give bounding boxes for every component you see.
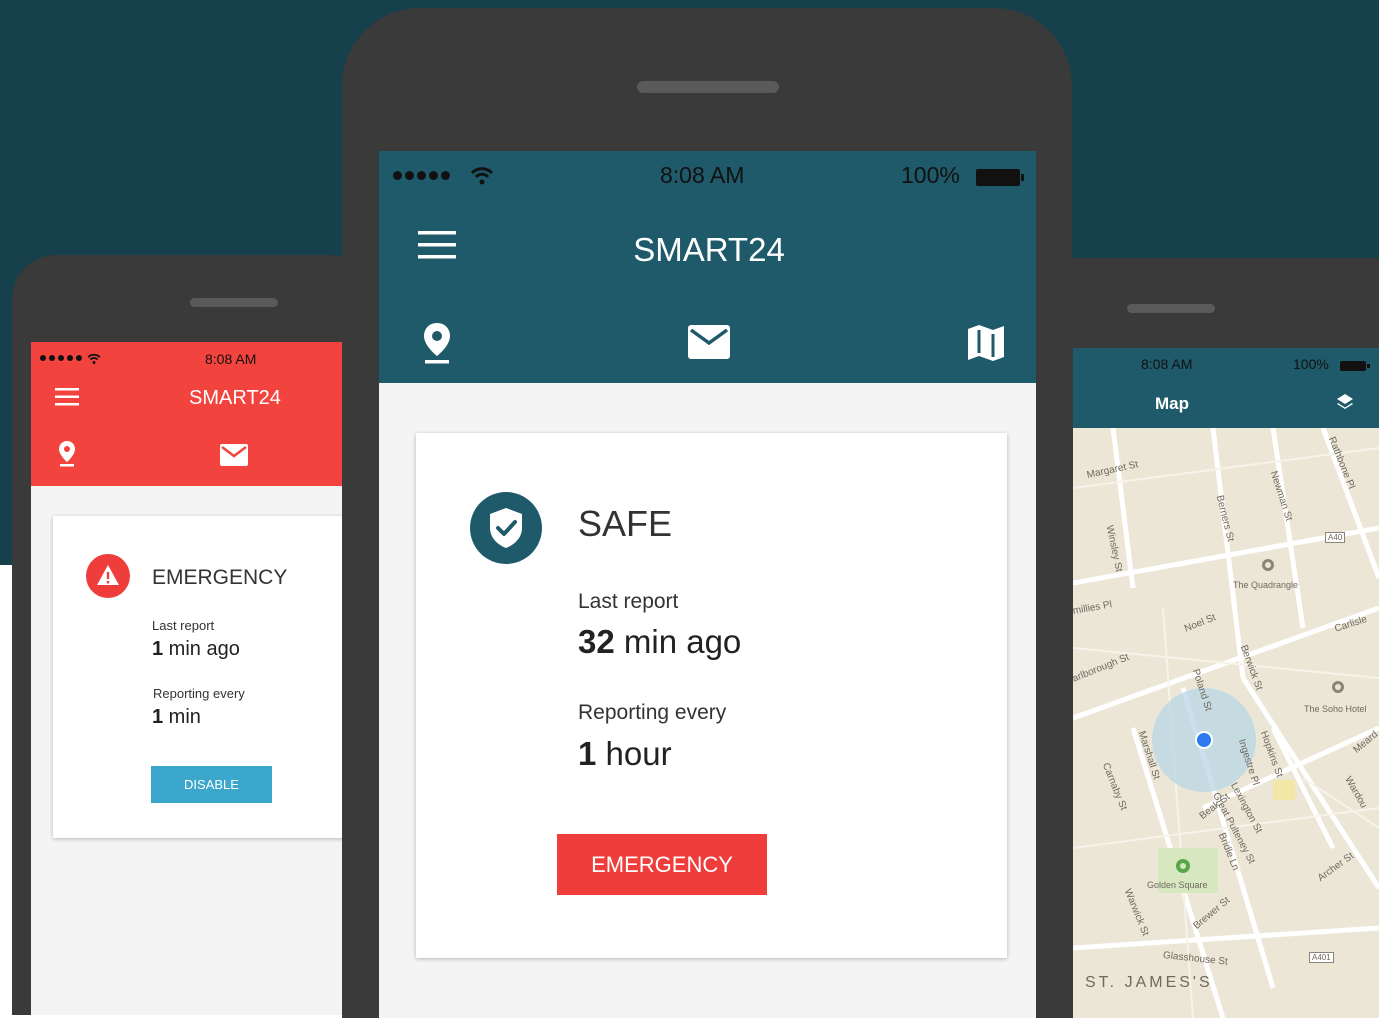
- map-icon[interactable]: [966, 323, 1006, 363]
- reporting-value: 1 hour: [578, 735, 672, 772]
- location-pin-icon[interactable]: [422, 321, 452, 365]
- status-card: EMERGENCY Last report 1 min ago Reportin…: [53, 516, 372, 838]
- mail-icon[interactable]: [220, 444, 248, 466]
- reporting-label: Reporting every: [153, 686, 245, 701]
- current-location-icon: [1262, 559, 1274, 571]
- last-report-value: 32 min ago: [578, 623, 742, 660]
- last-report-value: 1 min ago: [152, 638, 240, 660]
- map-label: ST. JAMES'S: [1085, 974, 1213, 991]
- map-label: Golden Square: [1147, 880, 1208, 890]
- map-label: A401: [1309, 952, 1334, 963]
- status-state: EMERGENCY: [152, 566, 288, 589]
- speaker: [1127, 304, 1215, 313]
- phone-right: 8:08 AM 100% Map Margaret St Berners St …: [1030, 258, 1379, 1018]
- hamburger-menu-icon[interactable]: [418, 231, 456, 259]
- shield-check-icon: [470, 492, 542, 564]
- wifi-icon: [87, 353, 101, 364]
- app-title: SMART24: [633, 231, 785, 268]
- wifi-icon: [470, 167, 494, 185]
- status-time: 8:08 AM: [660, 162, 745, 188]
- app-title: SMART24: [189, 387, 281, 409]
- map-label: The Soho Hotel: [1304, 704, 1367, 714]
- hotel-marker-icon: [1332, 681, 1344, 693]
- warning-icon: [86, 554, 130, 598]
- battery-icon: [976, 169, 1024, 186]
- layers-icon[interactable]: [1335, 392, 1355, 412]
- app-title: Map: [1155, 394, 1189, 413]
- phone-left: 8:08 AM SMART24 EMERGENCY Last report 1 …: [12, 255, 372, 1015]
- park-marker-icon: [1176, 859, 1190, 873]
- disable-button[interactable]: DISABLE: [151, 766, 272, 803]
- last-report-label: Last report: [578, 590, 679, 613]
- mail-icon[interactable]: [688, 325, 730, 359]
- speaker: [190, 298, 278, 307]
- battery-icon: [1340, 361, 1370, 371]
- battery-percent: 100%: [1293, 356, 1329, 372]
- status-card: SAFE Last report 32 min ago Reporting ev…: [416, 433, 1007, 958]
- map-view[interactable]: Margaret St Berners St Newman St Rathbon…: [1073, 428, 1379, 1018]
- map-label: The Quadrangle: [1233, 580, 1299, 590]
- status-bar: 8:08 AM 100%: [379, 161, 1036, 191]
- battery-percent: 100%: [901, 162, 960, 188]
- map-label: A40: [1325, 532, 1346, 543]
- signal-dots-icon: [40, 355, 82, 361]
- status-state: SAFE: [578, 503, 673, 544]
- signal-dots-icon: [393, 171, 450, 180]
- speaker: [637, 81, 779, 93]
- reporting-value: 1 min: [152, 706, 201, 728]
- status-time: 8:08 AM: [1141, 356, 1193, 372]
- status-bar: 8:08 AM 100%: [1073, 354, 1379, 374]
- emergency-button[interactable]: EMERGENCY: [557, 834, 767, 895]
- screen-left: 8:08 AM SMART24 EMERGENCY Last report 1 …: [31, 342, 372, 1015]
- phone-center: 8:08 AM 100% SMART24 SAFE Last report 32…: [342, 8, 1072, 1018]
- status-bar: 8:08 AM: [31, 350, 372, 370]
- reporting-label: Reporting every: [578, 701, 727, 724]
- status-time: 8:08 AM: [205, 351, 257, 367]
- screen-right: 8:08 AM 100% Map Margaret St Berners St …: [1073, 348, 1379, 1018]
- location-pin-icon[interactable]: [58, 440, 76, 468]
- last-report-label: Last report: [152, 618, 215, 633]
- hamburger-menu-icon[interactable]: [55, 388, 79, 406]
- screen-center: 8:08 AM 100% SMART24 SAFE Last report 32…: [379, 151, 1036, 1018]
